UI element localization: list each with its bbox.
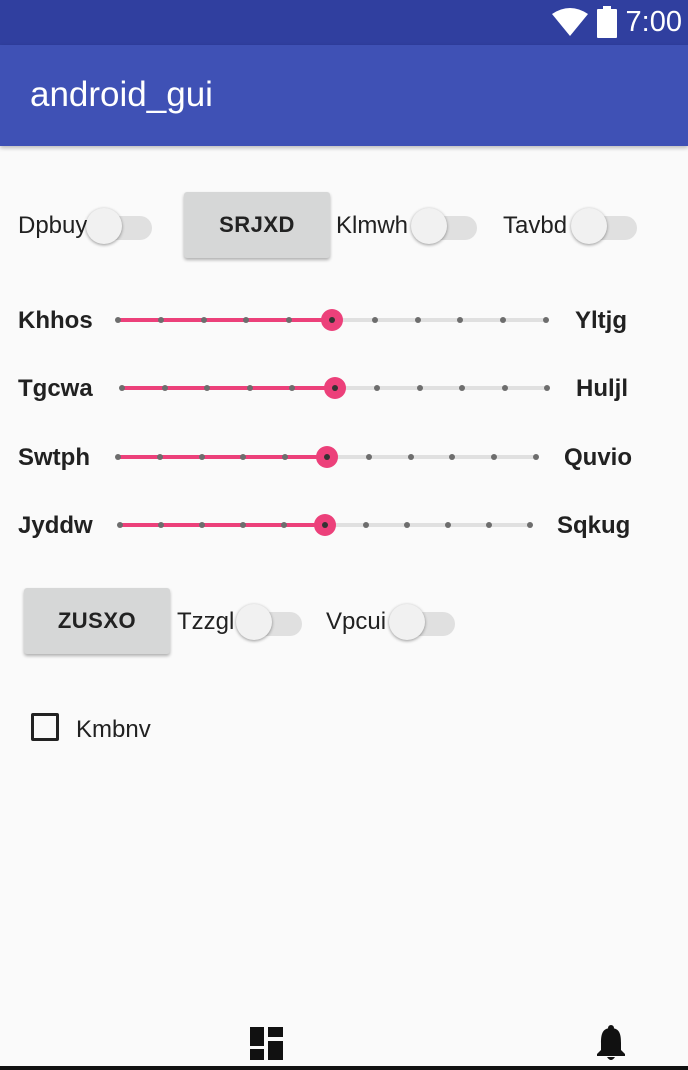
seekbar-tick <box>198 454 205 460</box>
seekbar-tick <box>363 522 369 528</box>
seekbar-tick <box>365 454 372 460</box>
switch-label-klmwh: Klmwh <box>336 212 409 239</box>
seekbar-tick <box>404 522 410 528</box>
seekbar-tick <box>407 454 414 460</box>
switch-tavbd[interactable] <box>571 204 641 244</box>
seekbar-tick <box>457 317 464 323</box>
seekbar-tick <box>156 454 163 460</box>
switch-label-dpbuy: Dpbuy <box>18 212 88 239</box>
slider-left-label: Khhos <box>18 307 93 334</box>
seekbar-tick <box>544 385 550 391</box>
dashboard-icon[interactable] <box>250 1027 283 1060</box>
status-bar: 7:00 <box>0 0 688 45</box>
seekbar-progress <box>120 523 325 527</box>
seekbar-tick <box>527 522 533 528</box>
seekbar-tick <box>115 317 121 323</box>
seekbar-tick <box>240 522 246 528</box>
slider-right-label: Yltjg <box>575 307 627 334</box>
seekbar-tick <box>449 454 456 460</box>
switch-label-vpcui: Vpcui <box>326 608 387 635</box>
switch-thumb <box>411 208 447 244</box>
seekbar-tick <box>119 385 125 391</box>
zusxo-button[interactable]: ZUSXO <box>24 588 170 654</box>
seekbar-thumb-dot <box>324 454 330 460</box>
seekbar-tick <box>117 522 123 528</box>
seekbar-tick <box>533 454 539 460</box>
wifi-icon <box>552 8 588 36</box>
seekbar-progress <box>122 386 335 390</box>
switch-dpbuy[interactable] <box>86 204 156 244</box>
switch-label-tzzgl: Tzzgl <box>177 608 235 635</box>
srjxd-button[interactable]: SRJXD <box>184 192 330 258</box>
seekbar-tick <box>158 522 164 528</box>
app-title: android_gui <box>30 75 213 114</box>
switch-thumb <box>86 208 122 244</box>
slider-left-label: Tgcwa <box>18 375 93 402</box>
seekbar-tick <box>414 317 421 323</box>
seekbar-progress <box>118 318 332 322</box>
seekbar-khhos[interactable] <box>115 305 549 335</box>
seekbar-tick <box>157 317 164 323</box>
switch-label-tavbd: Tavbd <box>503 212 568 239</box>
seekbar-tick <box>374 385 380 391</box>
slider-left-label: Swtph <box>18 444 90 471</box>
seekbar-swtph[interactable] <box>115 442 539 472</box>
seekbar-thumb-dot <box>331 385 338 391</box>
seekbar-tick <box>282 454 289 460</box>
seekbar-tick <box>289 385 295 391</box>
slider-right-label: Sqkug <box>557 512 631 539</box>
switch-tzzgl[interactable] <box>236 600 306 640</box>
seekbar-progress <box>118 455 327 459</box>
seekbar-tick <box>543 317 549 323</box>
seekbar-thumb[interactable] <box>321 309 343 331</box>
switch-vpcui[interactable] <box>389 600 459 640</box>
kmbnv-checkbox[interactable] <box>31 713 59 741</box>
seekbar-tick <box>286 317 293 323</box>
seekbar-tick <box>199 522 205 528</box>
seekbar-thumb-dot <box>329 317 335 323</box>
seekbar-tick <box>500 317 507 323</box>
seekbar-tick <box>459 385 465 391</box>
seekbar-thumb[interactable] <box>323 377 346 399</box>
switch-thumb <box>571 208 607 244</box>
seekbar-jyddw[interactable] <box>117 510 533 540</box>
seekbar-tick <box>491 454 498 460</box>
seekbar-tick <box>445 522 451 528</box>
checkbox-label: Kmbnv <box>76 716 151 743</box>
seekbar-tick <box>204 385 210 391</box>
seekbar-tick <box>501 385 508 391</box>
slider-right-label: Quvio <box>564 444 633 471</box>
seekbar-thumb-dot <box>322 522 328 528</box>
seekbar-tick <box>115 454 121 460</box>
switch-thumb <box>389 604 425 640</box>
switch-thumb <box>236 604 272 640</box>
bell-icon[interactable] <box>596 1025 626 1061</box>
slider-right-label: Huljl <box>576 375 628 402</box>
switch-klmwh[interactable] <box>411 204 481 244</box>
seekbar-thumb[interactable] <box>316 446 338 468</box>
seekbar-tick <box>246 385 253 391</box>
seekbar-tick <box>243 317 250 323</box>
nav-bar-edge <box>0 1066 688 1070</box>
seekbar-tick <box>200 317 207 323</box>
battery-icon <box>597 6 617 38</box>
seekbar-tgcwa[interactable] <box>119 373 550 403</box>
seekbar-tick <box>371 317 378 323</box>
seekbar-tick <box>240 454 247 460</box>
seekbar-tick <box>486 522 492 528</box>
status-time: 7:00 <box>625 6 682 38</box>
seekbar-thumb[interactable] <box>314 514 336 536</box>
seekbar-tick <box>281 522 287 528</box>
slider-left-label: Jyddw <box>18 512 93 539</box>
app-bar: android_gui <box>0 45 688 146</box>
seekbar-tick <box>161 385 168 391</box>
seekbar-tick <box>416 385 423 391</box>
